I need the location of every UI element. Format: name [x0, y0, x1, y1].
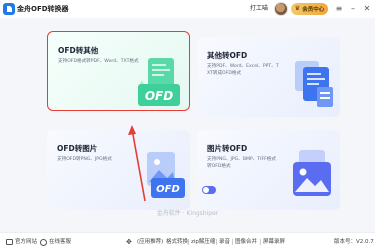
app-title: 金舟OFD转换器	[17, 5, 69, 13]
monitor-icon	[6, 239, 13, 245]
card-description-line: 转OFD格式	[207, 164, 231, 169]
annotation-arrow	[128, 125, 146, 202]
document-convert-icon: OFD	[138, 58, 180, 106]
recommend-link[interactable]: (应用推荐)	[137, 238, 163, 246]
vip-center-button[interactable]: ♛ 会员中心	[291, 3, 328, 15]
card-image-to-ofd[interactable]: 图片转OFD 支持PNG、JPG、BMP、TIFF格式 转OFD格式	[197, 130, 340, 210]
status-bar: 官方网站 在线客服 ✥ (应用推荐) 格式转换 zip解压缩 录音 图像合并 屏…	[0, 232, 375, 250]
close-icon[interactable]: ✕	[361, 2, 373, 16]
card-title: OFD转图片	[57, 144, 98, 153]
card-description-line: 支持PNG、JPG、BMP、TIFF格式	[207, 157, 276, 162]
card-description: 支持PNG、JPG、BMP、TIFF格式 转OFD格式	[207, 156, 276, 170]
online-service-link[interactable]: 在线客服	[40, 238, 71, 246]
format-convert-link[interactable]: 格式转换	[166, 238, 188, 246]
card-description: 支持OFD转PNG、JPG格式	[57, 157, 112, 162]
app-logo-icon	[3, 3, 15, 15]
divider	[188, 239, 189, 245]
card-title: OFD转其他	[58, 46, 99, 55]
documents-stack-icon	[295, 61, 333, 107]
zip-link[interactable]: zip解压缩	[191, 238, 215, 246]
user-name[interactable]: 打工喵	[250, 4, 268, 14]
toggle-icon	[202, 186, 216, 194]
service-label: 在线客服	[49, 239, 72, 245]
recording-link[interactable]: 录音	[219, 238, 230, 246]
crown-icon: ♛	[294, 5, 301, 12]
headset-icon	[40, 238, 47, 246]
recommend-icon: ✥	[126, 238, 132, 246]
ofd-illus-text: OFD	[156, 184, 180, 195]
picture-icon	[293, 150, 331, 196]
card-ofd-to-image[interactable]: OFD转图片 支持OFD转PNG、JPG格式 OFD	[47, 130, 190, 210]
brand-watermark: 金舟软件 · Kingshiper	[156, 210, 219, 217]
ofd-illus-text: OFD	[145, 89, 173, 103]
divider	[232, 239, 233, 245]
website-label: 官方网站	[15, 239, 38, 245]
card-description-line: 支持PDF、Word、Excel、PPT、T	[207, 64, 279, 69]
divider	[260, 239, 261, 245]
minimize-icon[interactable]: –	[347, 2, 359, 16]
avatar[interactable]	[274, 2, 288, 16]
title-bar: 金舟OFD转换器 打工喵 ♛ 会员中心 ≡ – ✕	[0, 0, 375, 18]
screen-record-link[interactable]: 屏幕录屏	[263, 238, 285, 246]
card-title: 其他转OFD	[207, 51, 248, 60]
main-area: OFD转其他 支持OFD格式转PDF、Word、TXT格式 OFD 其他转OFD…	[0, 18, 375, 232]
website-link[interactable]: 官方网站	[6, 238, 37, 246]
divider	[216, 239, 217, 245]
version-label: 版本号：V2.0.7	[334, 239, 374, 245]
card-description: 支持PDF、Word、Excel、PPT、T XT转成OFD格式	[207, 63, 279, 77]
card-other-to-ofd[interactable]: 其他转OFD 支持PDF、Word、Excel、PPT、T XT转成OFD格式	[197, 37, 340, 117]
card-description: 支持OFD格式转PDF、Word、TXT格式	[58, 59, 139, 64]
vip-center-label: 会员中心	[302, 7, 325, 13]
menu-icon[interactable]: ≡	[333, 2, 345, 16]
card-title: 图片转OFD	[207, 144, 248, 153]
image-merge-link[interactable]: 图像合并	[235, 238, 257, 246]
card-ofd-to-other[interactable]: OFD转其他 支持OFD格式转PDF、Word、TXT格式 OFD	[47, 31, 190, 111]
card-description-line: XT转成OFD格式	[207, 71, 242, 76]
